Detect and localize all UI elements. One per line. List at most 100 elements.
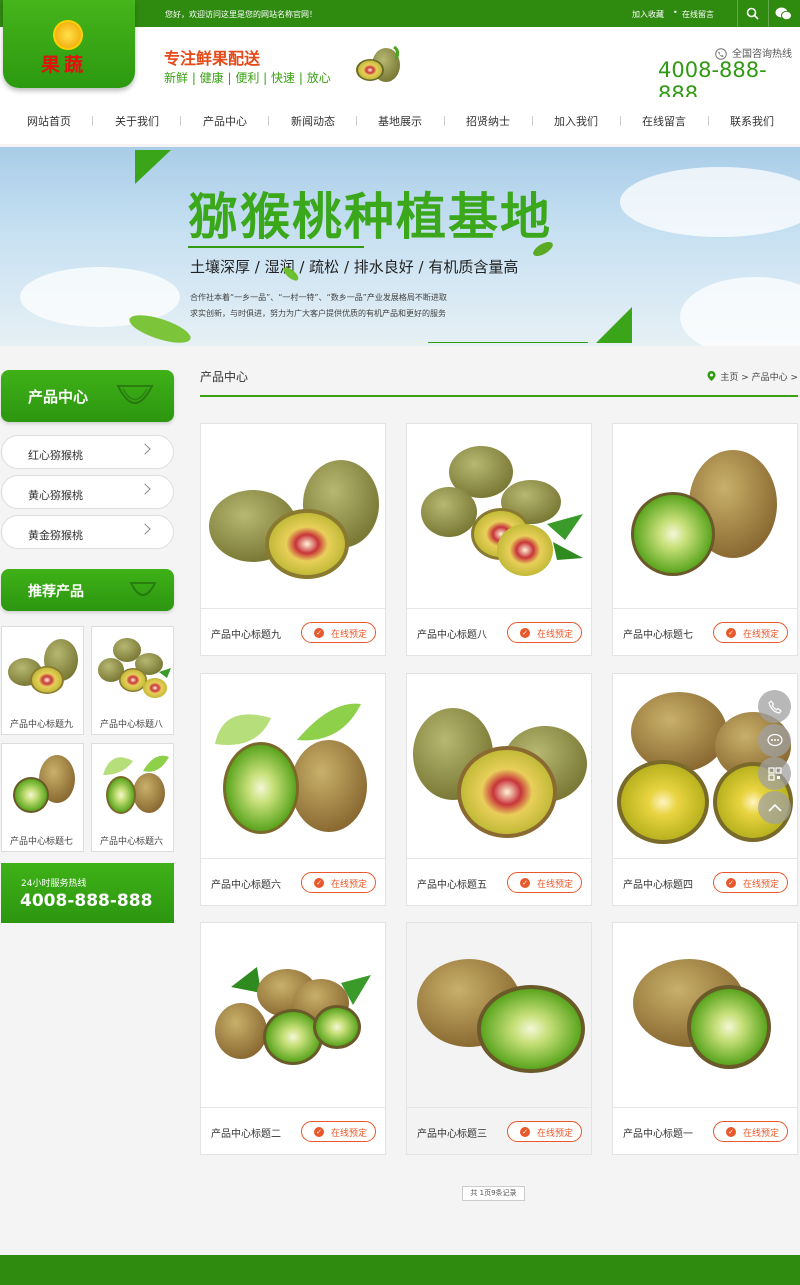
sidebar-title: 产品中心 xyxy=(1,370,174,422)
product-title[interactable]: 产品中心标题六 xyxy=(211,876,281,891)
book-online-button[interactable]: ✓ 在线预定 xyxy=(507,622,582,643)
nav-divider xyxy=(356,116,357,126)
topbar-separator: • xyxy=(673,8,678,17)
product-card[interactable]: 产品中心标题二 ✓ 在线预定 xyxy=(200,922,386,1155)
book-online-button[interactable]: ✓ 在线预定 xyxy=(713,1121,788,1142)
product-title[interactable]: 产品中心标题三 xyxy=(417,1125,487,1140)
product-card[interactable]: 产品中心标题一 ✓ 在线预定 xyxy=(612,922,798,1155)
check-icon: ✓ xyxy=(520,1127,530,1137)
phone-icon[interactable] xyxy=(758,690,791,723)
category-yellow-kiwi[interactable]: 黄心猕猴桃 xyxy=(1,475,174,509)
product-card[interactable]: 产品中心标题七 ✓ 在线预定 xyxy=(612,423,798,656)
product-title[interactable]: 产品中心标题一 xyxy=(623,1125,693,1140)
nav-item-about[interactable]: 关于我们 xyxy=(115,113,159,129)
logo-text: 果蔬 xyxy=(41,54,88,76)
search-icon[interactable] xyxy=(737,0,767,27)
online-message-link[interactable]: 在线留言 xyxy=(682,9,714,20)
nav-item-message[interactable]: 在线留言 xyxy=(642,113,686,129)
book-online-button[interactable]: ✓ 在线预定 xyxy=(301,1121,376,1142)
product-card[interactable]: 产品中心标题九 ✓ 在线预定 xyxy=(200,423,386,656)
site-header: 果蔬 专注鲜果配送 新鲜 | 健康 | 便利 | 快速 | 放心 全国咨询热线 … xyxy=(0,0,800,106)
category-label: 黄心猕猴桃 xyxy=(28,489,83,502)
nav-item-products[interactable]: 产品中心 xyxy=(203,113,247,129)
service-hotline-number: 4008-888-888 xyxy=(20,891,153,911)
product-card[interactable]: 产品中心标题三 ✓ 在线预定 xyxy=(406,922,592,1155)
breadcrumb-text: 主页 > 产品中心 > xyxy=(720,373,798,383)
recommended-product[interactable]: 产品中心标题八 xyxy=(91,626,174,735)
book-online-label: 在线预定 xyxy=(537,880,574,890)
product-title[interactable]: 产品中心标题五 xyxy=(417,876,487,891)
location-pin-icon xyxy=(707,371,716,381)
recommend-title: 推荐产品 xyxy=(1,569,174,611)
product-title[interactable]: 产品中心标题四 xyxy=(623,876,693,891)
card-divider xyxy=(407,1107,591,1108)
product-title[interactable]: 产品中心标题二 xyxy=(211,1125,281,1140)
banner-corner-triangle xyxy=(596,307,632,343)
site-logo[interactable]: 果蔬 xyxy=(3,0,135,88)
check-icon: ✓ xyxy=(314,628,324,638)
chevron-right-icon xyxy=(139,483,151,495)
banner-desc-line1: 合作社本着“一乡一品”、“一村一特”、“数乡一品”产业发展格局不断进取 xyxy=(190,293,447,302)
product-card[interactable]: 产品中心标题六 ✓ 在线预定 xyxy=(200,673,386,906)
logo-sun-icon xyxy=(53,20,83,50)
book-online-button[interactable]: ✓ 在线预定 xyxy=(507,872,582,893)
book-online-button[interactable]: ✓ 在线预定 xyxy=(301,872,376,893)
card-divider xyxy=(613,1107,797,1108)
card-divider xyxy=(407,608,591,609)
nav-item-news[interactable]: 新闻动态 xyxy=(291,113,335,129)
card-divider xyxy=(613,608,797,609)
banner-corner-triangle xyxy=(135,150,171,184)
book-online-button[interactable]: ✓ 在线预定 xyxy=(507,1121,582,1142)
nav-divider xyxy=(92,116,93,126)
nav-item-recruit[interactable]: 招贤纳士 xyxy=(466,113,510,129)
breadcrumb[interactable]: 主页 > 产品中心 > xyxy=(707,370,798,383)
recommended-product[interactable]: 产品中心标题七 xyxy=(1,743,84,852)
recommended-product-title: 产品中心标题九 xyxy=(10,720,74,730)
wechat-icon[interactable] xyxy=(768,0,798,27)
check-icon: ✓ xyxy=(726,878,736,888)
banner-subtitle: 土壤深厚 / 湿润 / 疏松 / 排水良好 / 有机质含量高 xyxy=(190,258,519,276)
product-card[interactable]: 产品中心标题八 ✓ 在线预定 xyxy=(406,423,592,656)
recommended-product-title: 产品中心标题六 xyxy=(100,837,164,847)
qrcode-icon[interactable] xyxy=(758,757,791,790)
add-favorite-link[interactable]: 加入收藏 xyxy=(632,9,664,20)
recommended-product-title: 产品中心标题七 xyxy=(10,837,74,847)
book-online-button[interactable]: ✓ 在线预定 xyxy=(713,622,788,643)
leaf-icon xyxy=(129,315,191,343)
nav-item-join[interactable]: 加入我们 xyxy=(554,113,598,129)
card-divider xyxy=(201,608,385,609)
product-card[interactable]: 产品中心标题五 ✓ 在线预定 xyxy=(406,673,592,906)
banner-description: 合作社本着“一乡一品”、“一村一特”、“数乡一品”产业发展格局不断进取 求实创新… xyxy=(190,290,530,322)
product-title[interactable]: 产品中心标题九 xyxy=(211,626,281,641)
nav-divider xyxy=(532,116,533,126)
back-to-top-icon[interactable] xyxy=(758,791,791,824)
nav-item-contact[interactable]: 联系我们 xyxy=(730,113,774,129)
product-image xyxy=(201,674,385,858)
recommended-product[interactable]: 产品中心标题六 xyxy=(91,743,174,852)
book-online-button[interactable]: ✓ 在线预定 xyxy=(301,622,376,643)
product-title[interactable]: 产品中心标题八 xyxy=(417,626,487,641)
watermelon-icon xyxy=(129,582,157,596)
card-divider xyxy=(201,858,385,859)
nav-item-home[interactable]: 网站首页 xyxy=(27,113,71,129)
nav-divider xyxy=(708,116,709,126)
nav-divider xyxy=(620,116,621,126)
pagination-info: 共 1页9条记录 xyxy=(462,1186,525,1201)
book-online-label: 在线预定 xyxy=(743,630,780,640)
book-online-label: 在线预定 xyxy=(743,880,780,890)
banner-title: 猕猴桃种植基地 xyxy=(188,188,552,246)
slogan-main: 专注鲜果配送 xyxy=(164,49,261,68)
book-online-label: 在线预定 xyxy=(743,1129,780,1139)
book-online-label: 在线预定 xyxy=(331,1129,368,1139)
nav-item-base[interactable]: 基地展示 xyxy=(378,113,422,129)
book-online-button[interactable]: ✓ 在线预定 xyxy=(713,872,788,893)
watermelon-icon xyxy=(116,385,154,404)
book-online-label: 在线预定 xyxy=(537,1129,574,1139)
category-golden-kiwi[interactable]: 黄金猕猴桃 xyxy=(1,515,174,549)
recommended-product[interactable]: 产品中心标题九 xyxy=(1,626,84,735)
category-red-kiwi[interactable]: 红心猕猴桃 xyxy=(1,435,174,469)
book-online-label: 在线预定 xyxy=(537,630,574,640)
product-title[interactable]: 产品中心标题七 xyxy=(623,626,693,641)
welcome-text: 您好，欢迎访问这里是您的网站名称官网！ xyxy=(165,10,317,19)
chat-icon[interactable] xyxy=(758,724,791,757)
